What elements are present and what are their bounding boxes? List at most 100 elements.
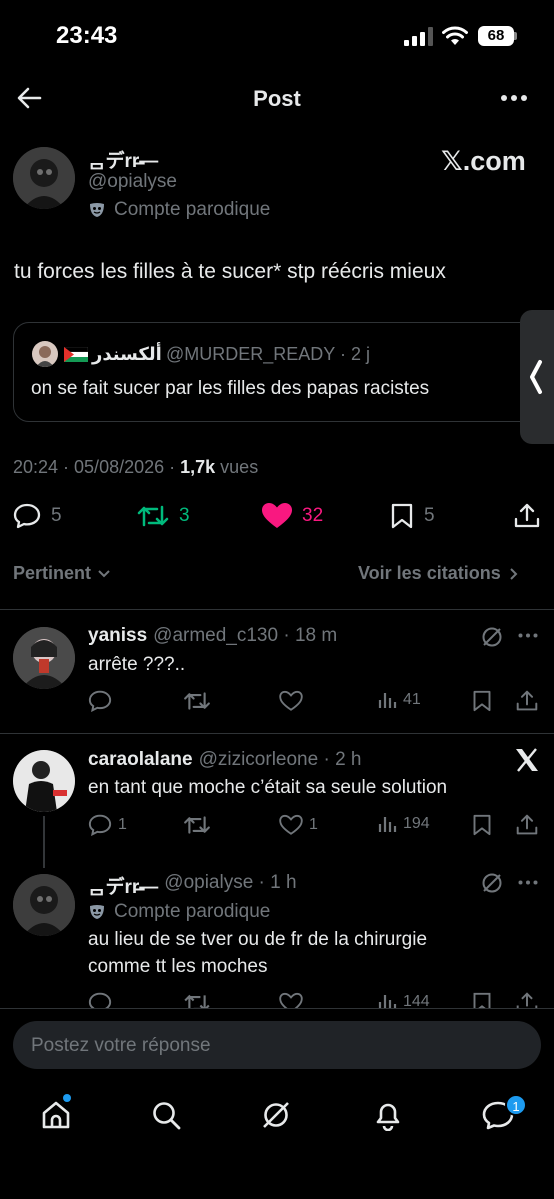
messages-badge: 1 [505,1094,527,1116]
repost-button[interactable]: 3 [137,503,190,529]
reply-repost-button[interactable] [183,690,211,712]
repost-icon [184,692,210,710]
reply-author-handle[interactable]: @opialyse · 1 h [164,872,296,899]
reply-text-line-1: au lieu de se tver ou de fr de la chirur… [88,929,428,950]
reply-share-icon[interactable] [516,690,538,712]
reply-like-button[interactable]: 1 [279,814,318,836]
repost-icon [137,505,169,527]
reply-more-icon[interactable] [518,633,538,638]
like-count: 32 [302,505,324,526]
view-quotes-link[interactable]: Voir les citations [358,563,519,584]
reply-avatar[interactable] [13,627,75,689]
divider [0,733,554,734]
quote-text: on se fait sucer par les filles des papa… [31,378,430,399]
post-text: tu forces les filles à te sucer* stp réé… [14,260,446,283]
grok-icon[interactable] [480,871,504,895]
reply-avatar[interactable] [13,874,75,936]
reply-bookmark-icon[interactable] [472,992,492,1008]
views-icon [378,693,397,708]
home-icon[interactable] [41,1100,71,1130]
reply-button[interactable]: 5 [13,503,62,529]
reply-author-name[interactable]: ᆷデrr̶— [88,872,158,899]
grok-nav-icon[interactable] [260,1099,292,1131]
post-meta: 20:24 · 05/08/2026 · 1,7k vues [13,457,258,478]
post-timestamp: 20:24 · 05/08/2026 · [13,457,181,477]
like-button[interactable]: 32 [262,503,323,529]
heart-outline-icon [279,992,303,1008]
quoted-post[interactable] [13,322,554,422]
reply-avatar[interactable] [13,750,75,812]
divider [0,1008,554,1009]
reply-reply-button[interactable] [88,690,112,712]
search-icon[interactable] [151,1100,181,1130]
quote-avatar [32,341,58,367]
reply-views[interactable]: 194 [377,814,430,834]
post-views: 1,7k [180,457,216,477]
views-icon [378,817,397,832]
quote-handle: @MURDER_READY · 2 j [166,344,370,364]
reply-author-name[interactable]: yaniss [88,625,147,647]
signal-icon [404,27,434,46]
home-notification-dot [63,1094,71,1102]
x-logo-icon[interactable] [514,748,540,772]
heart-icon [262,503,292,528]
reply-like-button[interactable] [279,992,303,1008]
mask-icon [88,903,106,921]
reply-repost-button[interactable] [183,814,211,836]
sort-dropdown[interactable]: Pertinent [13,563,111,584]
more-options-icon[interactable] [500,94,528,102]
grok-icon[interactable] [480,625,504,649]
reply-author-name[interactable]: caraolalane [88,749,193,771]
author-avatar[interactable] [13,147,75,209]
reply-reply-button[interactable]: 1 [88,814,127,836]
thread-line [43,816,45,868]
reply-bookmark-icon[interactable] [472,814,492,836]
reply-text-line-2: comme tt les moches [88,956,268,977]
reply-parody-label: Compte parodique [88,901,270,923]
reply-bookmark-icon[interactable] [472,690,492,712]
repost-icon [184,994,210,1008]
reply-icon [88,814,112,836]
reply-reply-count: 1 [118,816,127,833]
source-label: 𝕏.com [441,146,526,176]
reply-header: ᆷデrr̶— @opialyse · 1 h [88,872,297,899]
reply-view-count: 41 [403,691,421,708]
bookmark-count: 5 [424,505,435,526]
reply-icon [88,992,112,1008]
reply-actions-partial: 144 [0,990,554,1008]
author-handle[interactable]: @opialyse [88,171,177,193]
repost-count: 3 [179,505,190,526]
chevron-down-icon [98,569,110,577]
reply-author-handle[interactable]: @zizicorleone · 2 h [199,749,362,771]
reply-share-icon[interactable] [516,992,538,1008]
heart-outline-icon [279,690,303,711]
views-icon [378,995,397,1008]
quote-flag [64,347,88,362]
reply-like-button[interactable] [279,690,303,712]
bookmark-button[interactable]: 5 [390,503,435,529]
side-panel-handle[interactable] [520,310,554,444]
reply-icon [88,690,112,712]
reply-author-handle[interactable]: @armed_c130 · 18 m [153,625,337,647]
reply-share-icon[interactable] [516,814,538,836]
share-icon[interactable] [514,503,540,529]
reply-count: 5 [51,505,62,526]
parody-label: Compte parodique [88,199,270,221]
post-views-label: vues [215,457,259,477]
heart-outline-icon [279,814,303,835]
reply-text: en tant que moche c’était sa seule solut… [88,777,448,798]
reply-header: yaniss @armed_c130 · 18 m [88,625,337,647]
reply-views[interactable]: 144 [377,992,430,1008]
reply-icon [13,503,41,529]
battery-indicator: 68 [478,26,514,46]
reply-views[interactable]: 41 [377,690,421,710]
notifications-icon[interactable] [373,1099,403,1131]
reply-repost-button[interactable] [183,992,211,1008]
reply-reply-button[interactable] [88,992,112,1008]
battery-nub [514,32,517,40]
author-name[interactable]: ᆷデrr̶— [88,146,158,173]
reply-view-count: 194 [403,815,430,832]
reply-parody-text: Compte parodique [114,901,271,922]
mask-icon [88,201,106,219]
reply-more-icon[interactable] [518,880,538,885]
